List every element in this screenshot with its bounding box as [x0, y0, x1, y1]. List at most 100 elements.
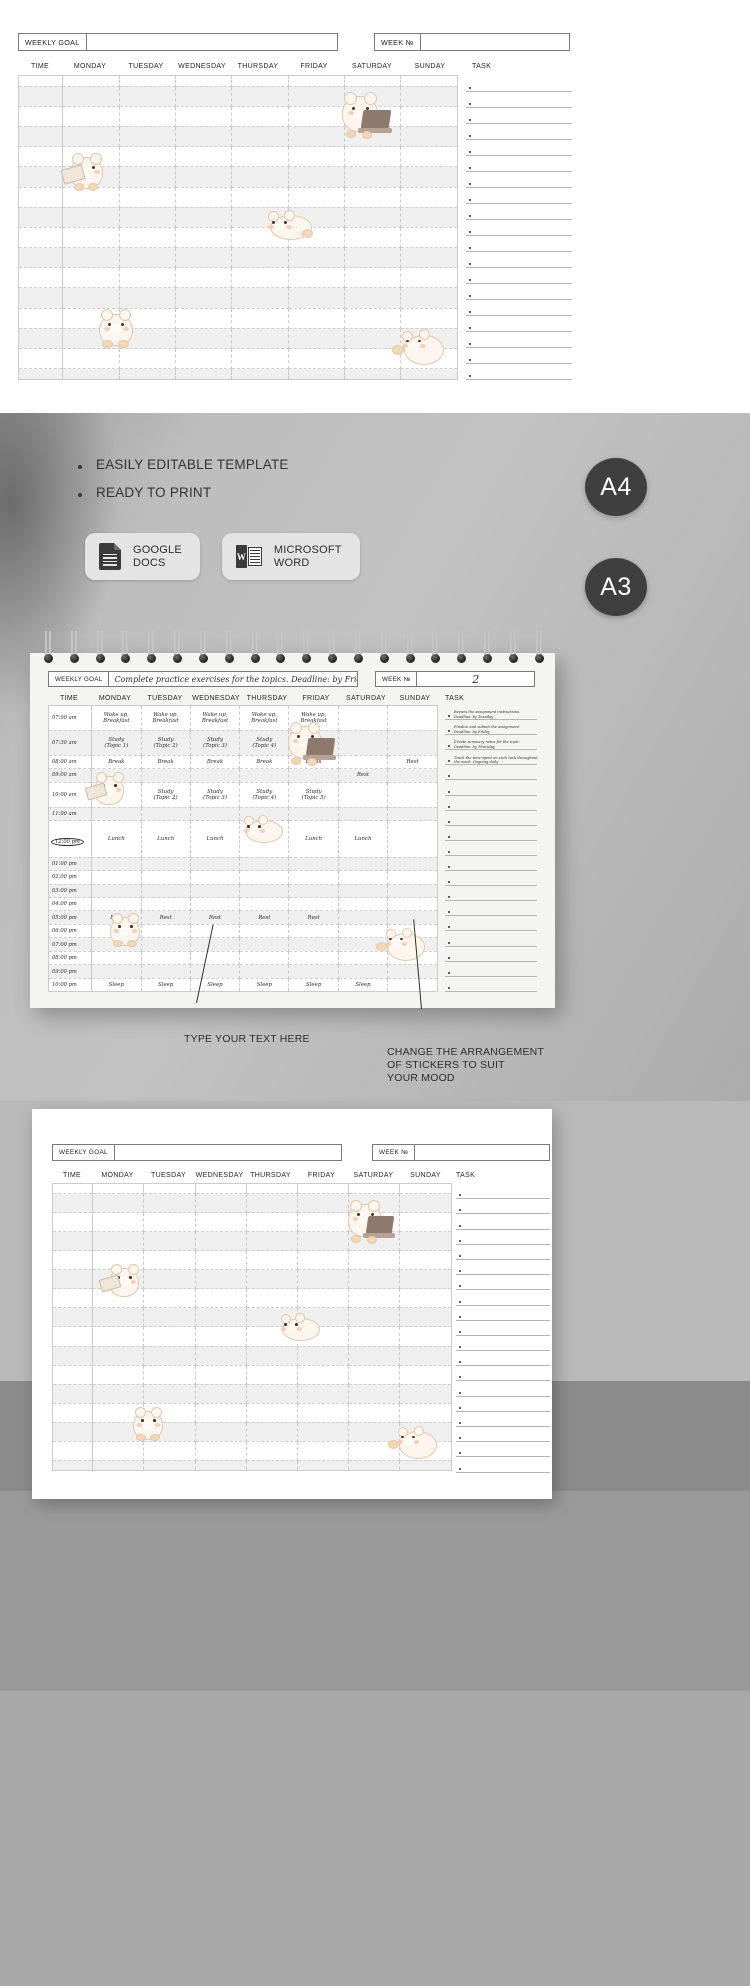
task-line[interactable] [456, 1275, 550, 1291]
schedule-cell[interactable] [399, 1250, 451, 1271]
filled-schedule-cell[interactable] [190, 884, 241, 899]
schedule-cell[interactable] [175, 166, 233, 188]
schedule-cell[interactable] [92, 1384, 145, 1404]
filled-schedule-cell[interactable]: Study (Topic 5) [288, 782, 339, 808]
schedule-cell[interactable] [231, 247, 289, 269]
task-line[interactable] [445, 977, 537, 992]
schedule-cell[interactable] [399, 1422, 451, 1442]
filled-schedule-cell[interactable] [387, 807, 437, 822]
schedule-cell[interactable] [119, 76, 176, 87]
schedule-cell[interactable] [231, 308, 289, 329]
schedule-cell[interactable] [400, 328, 457, 350]
task-line[interactable] [445, 947, 537, 962]
schedule-cell[interactable] [246, 1326, 298, 1347]
filled-time-cell[interactable]: 01:00 pm [49, 857, 93, 872]
schedule-cell[interactable] [399, 1212, 451, 1233]
filled-schedule-cell[interactable] [239, 937, 290, 952]
schedule-cell[interactable] [62, 86, 120, 107]
schedule-cell[interactable] [92, 1193, 145, 1214]
filled-schedule-cell[interactable] [141, 937, 191, 952]
task-line[interactable] [466, 220, 572, 236]
schedule-cell[interactable] [195, 1441, 247, 1461]
schedule-cell[interactable] [246, 1365, 298, 1385]
task-line[interactable]: Finalize and submit the assignment. Dead… [445, 720, 537, 736]
filled-schedule-cell[interactable] [91, 768, 142, 783]
filled-schedule-cell[interactable] [338, 951, 389, 966]
filled-schedule-cell[interactable] [91, 857, 142, 872]
filled-schedule-cell[interactable]: Rest [387, 755, 437, 770]
schedule-cell[interactable] [195, 1288, 247, 1309]
schedule-cell[interactable] [143, 1193, 196, 1214]
time-cell[interactable] [19, 308, 64, 329]
schedule-cell[interactable] [231, 368, 289, 379]
schedule-cell[interactable] [92, 1269, 145, 1290]
filled-schedule-cell[interactable] [91, 782, 142, 808]
schedule-cell[interactable] [288, 86, 345, 107]
time-cell[interactable] [53, 1422, 94, 1442]
filled-schedule-cell[interactable] [190, 857, 241, 872]
schedule-cell[interactable] [92, 1326, 145, 1347]
task-line[interactable] [466, 140, 572, 156]
schedule-cell[interactable] [119, 247, 176, 269]
schedule-cell[interactable] [195, 1184, 247, 1195]
schedule-cell[interactable] [119, 146, 176, 168]
task-line[interactable] [456, 1214, 550, 1230]
schedule-cell[interactable] [62, 166, 120, 188]
schedule-cell[interactable] [344, 247, 402, 269]
schedule-cell[interactable] [143, 1384, 196, 1404]
filled-week-number-value[interactable]: 2 [416, 671, 535, 687]
filled-schedule-cell[interactable]: Study (Topic 2) [141, 782, 191, 808]
schedule-cell[interactable] [288, 308, 345, 329]
schedule-cell[interactable] [231, 76, 289, 87]
schedule-cell[interactable] [143, 1307, 196, 1328]
schedule-cell[interactable] [400, 207, 457, 228]
time-cell[interactable] [19, 368, 64, 379]
task-line[interactable]: Create summary notes for the topic. Dead… [445, 735, 537, 751]
schedule-cell[interactable] [344, 86, 402, 107]
task-line[interactable] [456, 1306, 550, 1321]
schedule-cell[interactable] [231, 328, 289, 350]
schedule-cell[interactable] [92, 1212, 145, 1233]
filled-schedule-cell[interactable] [338, 964, 389, 979]
filled-schedule-cell[interactable] [239, 951, 290, 966]
schedule-cell[interactable] [119, 207, 176, 228]
schedule-cell[interactable] [143, 1365, 196, 1385]
schedule-cell[interactable] [195, 1365, 247, 1385]
schedule-cell[interactable] [246, 1460, 298, 1470]
schedule-cell[interactable] [92, 1441, 145, 1461]
task-line[interactable] [466, 108, 572, 124]
filled-schedule-cell[interactable] [288, 870, 339, 885]
filled-schedule-cell[interactable] [387, 884, 437, 899]
filled-time-cell[interactable]: 03:00 pm [49, 884, 93, 899]
schedule-cell[interactable] [348, 1403, 401, 1423]
schedule-cell[interactable] [344, 76, 402, 87]
filled-time-cell[interactable]: 07:30 am [49, 730, 93, 756]
filled-schedule-cell[interactable] [387, 897, 437, 912]
schedule-cell[interactable] [348, 1212, 401, 1233]
filled-schedule-cell[interactable] [338, 937, 389, 952]
schedule-cell[interactable] [297, 1441, 350, 1461]
time-cell[interactable] [53, 1193, 94, 1214]
task-line[interactable] [456, 1457, 550, 1473]
schedule-cell[interactable] [288, 106, 345, 127]
schedule-cell[interactable] [400, 106, 457, 127]
schedule-cell[interactable] [175, 227, 233, 249]
filled-schedule-cell[interactable]: Lunch [190, 820, 241, 858]
filled-time-cell[interactable]: 02:00 pm [49, 870, 93, 885]
task-line[interactable] [456, 1230, 550, 1245]
task-line[interactable] [445, 780, 537, 796]
schedule-cell[interactable] [399, 1193, 451, 1214]
filled-schedule-cell[interactable] [190, 924, 241, 939]
schedule-cell[interactable] [288, 267, 345, 289]
filled-schedule-cell[interactable] [239, 924, 290, 939]
schedule-cell[interactable] [62, 187, 120, 208]
filled-schedule-cell[interactable] [91, 807, 142, 822]
time-cell[interactable] [53, 1441, 94, 1461]
task-line[interactable] [445, 765, 537, 781]
weekly-goal-input[interactable] [85, 33, 338, 51]
time-cell[interactable] [53, 1307, 94, 1328]
schedule-cell[interactable] [175, 308, 233, 329]
filled-time-cell[interactable]: 05:00 pm [49, 910, 93, 925]
schedule-cell[interactable] [62, 146, 120, 168]
schedule-cell[interactable] [231, 207, 289, 228]
